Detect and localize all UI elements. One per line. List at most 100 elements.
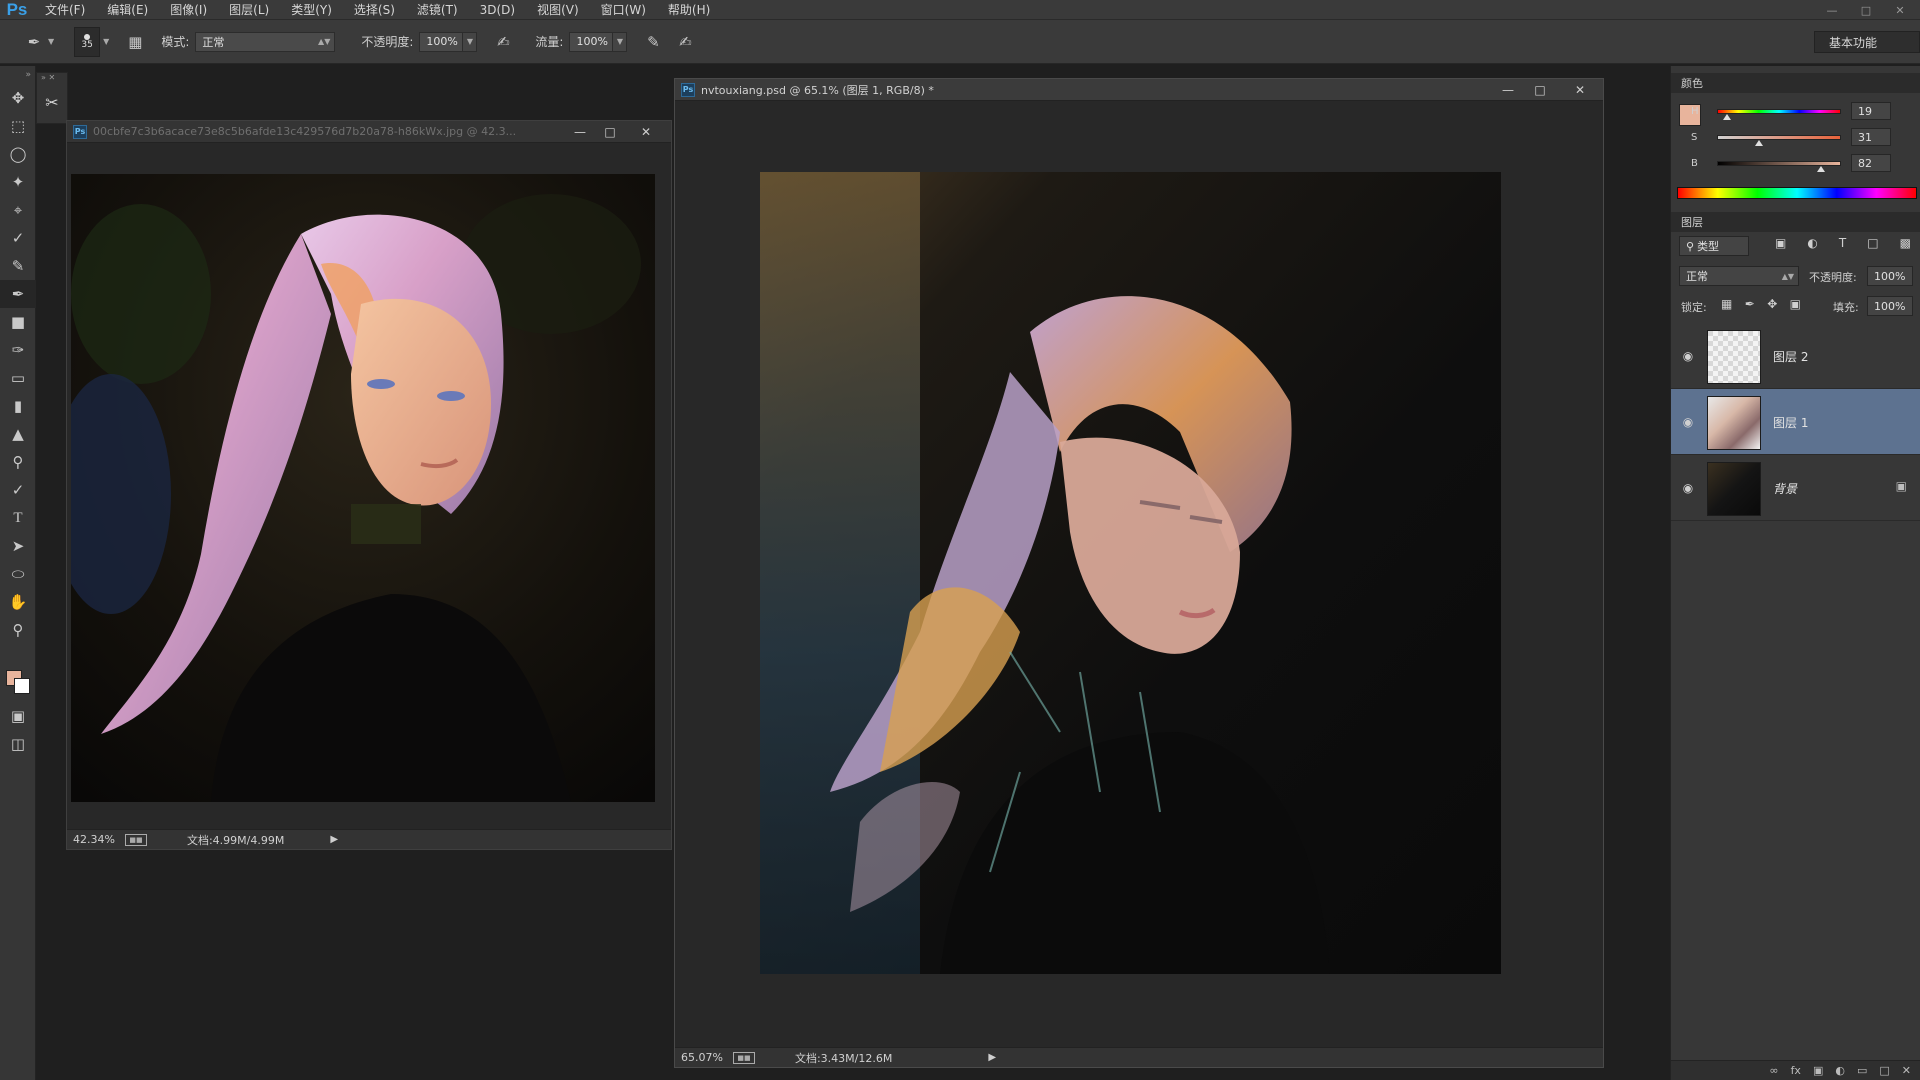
layer-row[interactable]: ◉ 图层 1 [1671,389,1920,455]
pen-tool-icon[interactable]: ✓ [0,476,36,504]
layer-name[interactable]: 图层 2 [1773,348,1808,365]
add-mask-icon[interactable]: ▣ [1813,1064,1823,1077]
pressure-size-icon[interactable]: ✍ [673,30,697,54]
filter-shape-icon[interactable]: □ [1867,236,1878,256]
doc-maximize-icon[interactable]: □ [597,123,623,141]
layer-opacity-input[interactable]: 100% [1867,266,1913,286]
lock-transparent-icon[interactable]: ▦ [1721,297,1732,315]
layer-filter-select[interactable]: ⚲ 类型 [1679,236,1749,256]
filter-smart-object-icon[interactable]: ▩ [1900,236,1911,256]
reference-photo-canvas[interactable] [71,174,655,802]
filter-type-icon[interactable]: T [1839,236,1846,256]
brightness-slider-knob[interactable] [1817,166,1825,172]
menu-select[interactable]: 选择(S) [343,0,406,20]
healing-brush-icon[interactable]: ✎ [0,252,36,280]
mode-select[interactable]: 正常 ▲▼ [195,31,336,52]
menu-file[interactable]: 文件(F) [34,0,96,20]
color-panel-tab[interactable]: 颜色 [1671,73,1920,93]
screen-mode-icon[interactable]: ◫ [0,730,36,758]
background-color-swatch[interactable] [14,678,30,694]
fill-input[interactable]: 100% [1867,296,1913,316]
reference-doc-titlebar[interactable]: Ps 00cbfe7c3b6acace73e8c5b6afde13c429576… [67,121,671,143]
brush-preset-icon[interactable]: ✒ [22,30,46,54]
magic-wand-icon[interactable]: ✦ [0,168,36,196]
doc-minimize-icon[interactable]: — [567,123,593,141]
lock-position-icon[interactable]: ✥ [1767,297,1777,315]
doc-minimize-icon[interactable]: — [1495,81,1521,99]
eyedropper-icon[interactable]: ✓ [0,224,36,252]
link-layers-icon[interactable]: ∞ [1769,1064,1778,1077]
lock-pixels-icon[interactable]: ✒ [1745,297,1755,315]
layer-row[interactable]: ◉ 背景 ▣ [1671,455,1920,521]
saturation-slider[interactable] [1717,134,1841,140]
marquee-tool-icon[interactable]: ⬚ [0,112,36,140]
hue-slider-knob[interactable] [1723,114,1731,120]
filter-pixel-icon[interactable]: ▣ [1775,236,1786,256]
menu-view[interactable]: 视图(V) [526,0,590,20]
hue-value[interactable]: 19 [1851,102,1891,120]
menu-layer[interactable]: 图层(L) [218,0,280,20]
saturation-slider-knob[interactable] [1755,140,1763,146]
new-layer-icon[interactable]: □ [1879,1064,1889,1077]
ellipse-tool-icon[interactable]: ⬭ [0,560,36,588]
lasso-tool-icon[interactable]: ◯ [0,140,36,168]
quick-mask-icon[interactable]: ▣ [0,702,36,730]
pressure-opacity-icon[interactable]: ✍ [491,30,515,54]
layers-panel-tab[interactable]: 图层 [1671,212,1920,232]
lock-all-icon[interactable]: ▣ [1790,297,1801,315]
brush-size-picker[interactable]: 35 [74,26,101,57]
gradient-icon[interactable]: ▮ [0,392,36,420]
layer-name[interactable]: 图层 1 [1773,414,1808,431]
hand-tool-icon[interactable]: ✋ [0,588,36,616]
flow-input[interactable]: 100% [569,31,614,52]
eye-icon[interactable]: ◉ [1679,479,1697,497]
brush-tool-icon[interactable]: ✒ [0,280,36,308]
app-close-icon[interactable]: ✕ [1886,0,1914,20]
app-minimize-icon[interactable]: — [1818,0,1846,20]
blend-mode-select[interactable]: 正常 ▲▼ [1679,266,1799,286]
layer-name[interactable]: 背景 [1773,480,1797,497]
status-menu-arrow-icon[interactable]: ▶ [988,1052,996,1063]
blur-icon[interactable]: ▲ [0,420,36,448]
brush-preset-tool-icon[interactable]: ✂ [37,85,67,119]
status-menu-arrow-icon[interactable]: ▶ [330,834,338,845]
painting-zoom-level[interactable]: 65.07% [681,1051,723,1064]
airbrush-icon[interactable]: ✎ [641,30,665,54]
new-group-icon[interactable]: ▭ [1857,1064,1867,1077]
workspace-switcher[interactable]: 基本功能 [1814,31,1920,53]
opacity-dropdown-icon[interactable]: ▼ [463,31,478,52]
tools-collapse-icon[interactable]: » [0,66,35,84]
menu-help[interactable]: 帮助(H) [657,0,721,20]
menu-image[interactable]: 图像(I) [159,0,218,20]
history-brush-icon[interactable]: ✑ [0,336,36,364]
menu-filter[interactable]: 滤镜(T) [406,0,469,20]
layer-row[interactable]: ◉ 图层 2 [1671,323,1920,389]
opacity-input[interactable]: 100% [419,31,464,52]
doc-close-icon[interactable]: ✕ [1567,81,1593,99]
brightness-slider[interactable] [1717,160,1841,166]
color-spectrum-bar[interactable] [1677,187,1917,199]
doc-close-icon[interactable]: ✕ [633,123,659,141]
menu-edit[interactable]: 编辑(E) [96,0,159,20]
app-maximize-icon[interactable]: □ [1852,0,1880,20]
dodge-icon[interactable]: ⚲ [0,448,36,476]
layer-style-icon[interactable]: fx [1791,1064,1801,1077]
flow-dropdown-icon[interactable]: ▼ [613,31,628,52]
brush-panel-toggle-icon[interactable]: ▦ [123,30,147,54]
crop-tool-icon[interactable]: ⌖ [0,196,36,224]
menu-type[interactable]: 类型(Y) [280,0,343,20]
delete-layer-icon[interactable]: ✕ [1902,1064,1911,1077]
brightness-value[interactable]: 82 [1851,154,1891,172]
path-select-icon[interactable]: ➤ [0,532,36,560]
menu-window[interactable]: 窗口(W) [590,0,657,20]
menu-3d[interactable]: 3D(D) [469,0,526,20]
eye-icon[interactable]: ◉ [1679,413,1697,431]
saturation-value[interactable]: 31 [1851,128,1891,146]
painting-canvas[interactable] [760,172,1501,974]
filter-adjustment-icon[interactable]: ◐ [1807,236,1817,256]
reference-zoom-level[interactable]: 42.34% [73,833,115,846]
eraser-icon[interactable]: ▭ [0,364,36,392]
eye-icon[interactable]: ◉ [1679,347,1697,365]
type-tool-icon[interactable]: T [0,504,36,532]
doc-maximize-icon[interactable]: □ [1527,81,1553,99]
